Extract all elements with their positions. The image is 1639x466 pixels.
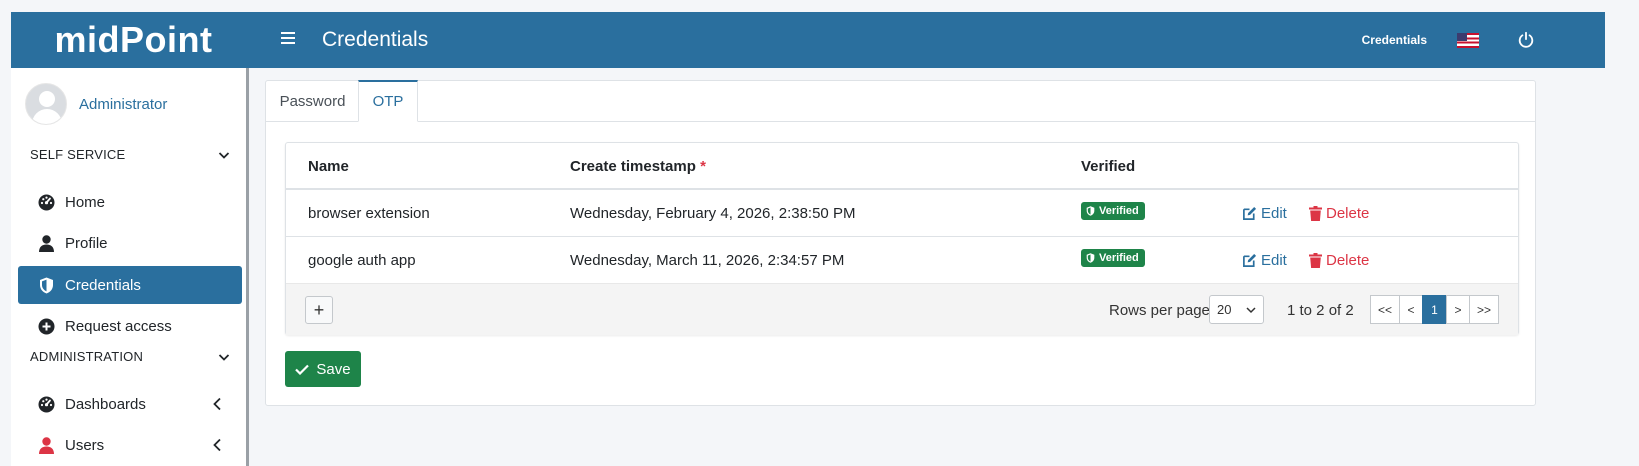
- edit-icon: [1243, 206, 1257, 220]
- app-frame: midPoint Credentials Credentials Adminis…: [11, 12, 1605, 466]
- otp-table: Name Create timestamp * Verified browser…: [285, 142, 1519, 335]
- header-right: Credentials: [1362, 12, 1605, 68]
- save-button[interactable]: Save: [285, 351, 361, 387]
- page-next-button[interactable]: >: [1446, 295, 1470, 324]
- rows-per-page-label: Rows per page: [1109, 302, 1210, 319]
- chevron-left-icon: [213, 438, 221, 452]
- sort-indicator: *: [700, 158, 706, 175]
- trash-icon: [1309, 253, 1322, 268]
- plus-circle-icon: [38, 318, 55, 335]
- sidebar-item-label: Profile: [65, 234, 108, 252]
- cell-name: google auth app: [308, 252, 416, 269]
- shield-icon: [38, 277, 55, 294]
- edit-button[interactable]: Edit: [1242, 252, 1287, 269]
- edit-button[interactable]: Edit: [1242, 205, 1287, 222]
- tab-bar: Password OTP: [266, 80, 1535, 122]
- user-icon: [38, 436, 55, 454]
- edit-label: Edit: [1261, 205, 1287, 222]
- shield-icon: [1086, 253, 1095, 263]
- section-administration[interactable]: ADMINISTRATION: [30, 349, 230, 364]
- dashboard-icon: [38, 396, 55, 413]
- header-credentials-link[interactable]: Credentials: [1362, 33, 1427, 47]
- menu-toggle-icon[interactable]: [281, 29, 297, 49]
- badge-label: Verified: [1099, 205, 1139, 217]
- sidebar-item-label: Users: [65, 436, 105, 454]
- user-name[interactable]: Administrator: [79, 96, 167, 113]
- sidebar-item-label: Home: [65, 193, 106, 211]
- tab-otp[interactable]: OTP: [358, 80, 418, 122]
- edit-icon: [1243, 253, 1257, 267]
- cell-name: browser extension: [308, 205, 430, 222]
- delete-label: Delete: [1326, 205, 1370, 222]
- power-icon[interactable]: [1517, 31, 1535, 49]
- avatar: [25, 83, 67, 125]
- sidebar-item-dashboards[interactable]: Dashboards: [18, 385, 242, 423]
- tab-password[interactable]: Password: [267, 81, 358, 122]
- page-1-button[interactable]: 1: [1422, 295, 1447, 324]
- sidebar-item-home[interactable]: Home: [18, 183, 242, 221]
- sidebar-item-users[interactable]: Users: [18, 426, 242, 464]
- section-title: SELF SERVICE: [30, 147, 126, 162]
- row-divider: [286, 236, 1518, 237]
- pagination-range: 1 to 2 of 2: [1287, 302, 1354, 319]
- sidebar-item-label: Credentials: [65, 276, 141, 294]
- chevron-left-icon: [213, 397, 221, 411]
- section-self-service[interactable]: SELF SERVICE: [30, 147, 230, 162]
- badge-label: Verified: [1099, 252, 1139, 264]
- sidebar-item-request-access[interactable]: Request access: [18, 307, 242, 345]
- sidebar-scrollbar[interactable]: [246, 68, 249, 466]
- sidebar-item-profile[interactable]: Profile: [18, 224, 242, 262]
- column-header-name[interactable]: Name: [308, 158, 349, 175]
- cell-timestamp: Wednesday, March 11, 2026, 2:34:57 PM: [570, 252, 845, 269]
- user-icon: [38, 234, 55, 252]
- delete-button[interactable]: Delete: [1309, 205, 1369, 222]
- user-panel[interactable]: Administrator: [25, 82, 167, 126]
- column-header-create-timestamp[interactable]: Create timestamp *: [570, 158, 706, 175]
- rows-per-page-value: 20: [1217, 302, 1232, 317]
- edit-label: Edit: [1261, 252, 1287, 269]
- pagination: << < 1 > >>: [1370, 295, 1499, 324]
- sidebar-item-label: Request access: [65, 317, 172, 335]
- rows-per-page-select[interactable]: 20: [1209, 295, 1264, 324]
- cell-timestamp: Wednesday, February 4, 2026, 2:38:50 PM: [570, 205, 856, 222]
- brand-logo[interactable]: midPoint: [11, 12, 256, 68]
- save-label: Save: [316, 360, 351, 378]
- delete-label: Delete: [1326, 252, 1370, 269]
- chevron-down-icon: [218, 151, 230, 159]
- verified-badge: Verified: [1081, 202, 1145, 220]
- shield-icon: [1086, 206, 1095, 216]
- delete-button[interactable]: Delete: [1309, 252, 1369, 269]
- dashboard-icon: [38, 194, 55, 211]
- verified-badge: Verified: [1081, 249, 1145, 267]
- chevron-down-icon: [218, 353, 230, 361]
- page-last-button[interactable]: >>: [1469, 295, 1499, 324]
- chevron-down-icon: [1246, 307, 1256, 314]
- sidebar-item-credentials[interactable]: Credentials: [18, 266, 242, 304]
- trash-icon: [1309, 206, 1322, 221]
- credentials-card: Password OTP Name Create timestamp * Ver…: [265, 80, 1536, 406]
- sidebar: Administrator SELF SERVICE Home Profile …: [11, 68, 249, 466]
- section-title: ADMINISTRATION: [30, 349, 144, 364]
- us-flag-icon[interactable]: [1457, 32, 1479, 48]
- add-credential-button[interactable]: +: [305, 296, 333, 324]
- page-prev-button[interactable]: <: [1399, 295, 1423, 324]
- column-header-verified[interactable]: Verified: [1081, 158, 1135, 175]
- page-title: Credentials: [322, 28, 429, 51]
- header-divider: [286, 188, 1518, 190]
- brand-text: midPoint: [54, 19, 213, 60]
- table-footer: + Rows per page 20 1 to 2 of 2 << < 1 > …: [286, 283, 1518, 335]
- sidebar-item-label: Dashboards: [65, 395, 146, 413]
- page-first-button[interactable]: <<: [1370, 295, 1400, 324]
- column-header-label: Create timestamp: [570, 158, 696, 175]
- top-header: midPoint Credentials Credentials: [11, 12, 1605, 68]
- check-icon: [295, 364, 310, 375]
